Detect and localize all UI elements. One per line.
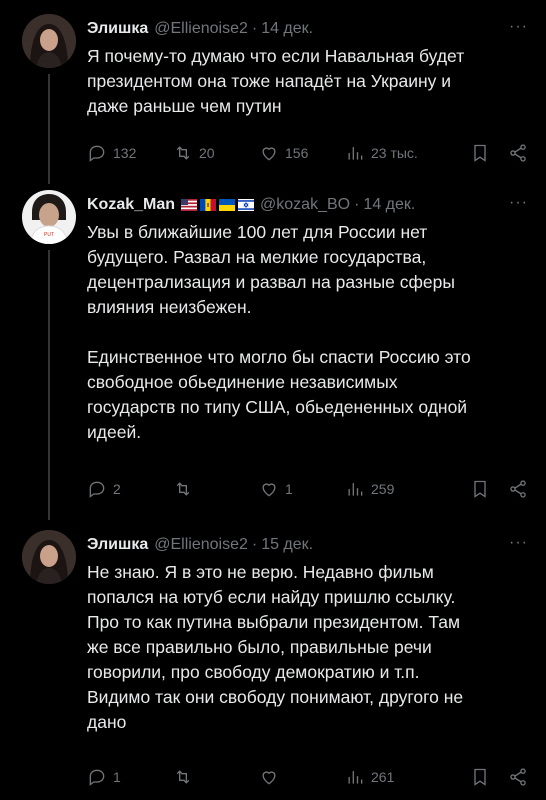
reply-icon <box>89 481 105 498</box>
reply-count: 132 <box>113 145 137 161</box>
tweet-actions: 1 261 <box>87 766 528 788</box>
repost-button[interactable] <box>173 767 259 787</box>
views-icon <box>348 771 363 784</box>
thread-connector <box>48 74 50 184</box>
avatar[interactable] <box>22 530 76 584</box>
more-options-button[interactable]: ··· <box>509 18 528 36</box>
repost-button[interactable]: 20 <box>173 143 259 163</box>
reply-icon <box>89 145 105 162</box>
flag-emojis <box>181 199 255 211</box>
timestamp[interactable]: 15 дек. <box>261 536 313 554</box>
timestamp[interactable]: 14 дек. <box>363 196 415 214</box>
views-icon <box>348 147 363 160</box>
tweet-actions: 132 20 156 23 тыс. <box>87 142 528 164</box>
share-icon[interactable] <box>508 143 528 163</box>
reply-count: 2 <box>113 481 121 497</box>
views-icon <box>348 483 363 496</box>
display-name[interactable]: Элишка <box>87 20 148 38</box>
separator-dot: · <box>354 196 360 213</box>
like-icon <box>262 771 276 785</box>
tweet-text: Я почему-то думаю что если Навальная буд… <box>87 46 465 116</box>
reply-button[interactable]: 1 <box>87 767 173 787</box>
bookmark-icon[interactable] <box>470 479 490 499</box>
like-icon <box>262 483 276 497</box>
handle[interactable]: @Ellienoise2 <box>154 20 248 38</box>
more-options-button[interactable]: ··· <box>509 194 528 212</box>
tweet-header: Элишка @Ellienoise2 · 14 дек. ··· <box>87 18 528 40</box>
timestamp[interactable]: 14 дек. <box>261 20 313 38</box>
like-count: 156 <box>285 145 309 161</box>
views-button[interactable]: 259 <box>345 479 394 499</box>
bookmark-icon[interactable] <box>470 767 490 787</box>
tweet-text: Увы в ближайшие 100 лет для России нет б… <box>87 222 471 442</box>
israel-flag-icon <box>238 199 255 211</box>
views-count: 23 тыс. <box>371 145 418 161</box>
display-name[interactable]: Kozak_Man <box>87 196 175 214</box>
thread-connector <box>48 250 50 520</box>
repost-icon <box>176 770 190 784</box>
display-name[interactable]: Элишка <box>87 536 148 554</box>
reply-count: 1 <box>113 769 121 785</box>
repost-button[interactable] <box>173 479 259 499</box>
reply-button[interactable]: 2 <box>87 479 173 499</box>
avatar[interactable]: PUT <box>22 190 76 244</box>
share-icon[interactable] <box>508 767 528 787</box>
svg-text:PUT: PUT <box>44 232 54 238</box>
repost-count: 20 <box>199 145 215 161</box>
moldova-flag-icon <box>200 199 217 211</box>
like-button[interactable]: 1 <box>259 479 345 499</box>
repost-icon <box>176 146 190 160</box>
ukraine-flag-icon <box>219 199 236 211</box>
repost-icon <box>176 482 190 496</box>
like-icon <box>262 147 276 161</box>
tweet-text: Не знаю. Я в это не верю. Недавно фильм … <box>87 562 464 732</box>
thread: Элишка @Ellienoise2 · 14 дек. ··· Я поче… <box>0 0 546 800</box>
handle[interactable]: @Ellienoise2 <box>154 536 248 554</box>
views-count: 261 <box>371 769 395 785</box>
separator-dot: · <box>251 20 258 37</box>
like-button[interactable] <box>259 767 345 787</box>
reply-button[interactable]: 132 <box>87 143 173 163</box>
like-count: 1 <box>285 481 293 497</box>
handle[interactable]: @kozak_BO <box>260 196 350 214</box>
more-options-button[interactable]: ··· <box>509 534 528 552</box>
tweet-header: Kozak_Man @kozak_BO · 14 дек. ··· <box>87 194 528 216</box>
share-icon[interactable] <box>508 479 528 499</box>
tweet-actions: 2 1 259 <box>87 478 528 500</box>
views-count: 259 <box>371 481 395 497</box>
like-button[interactable]: 156 <box>259 143 345 163</box>
reply-icon <box>89 769 105 786</box>
us-flag-icon <box>181 199 198 211</box>
tweet-header: Элишка @Ellienoise2 · 15 дек. ··· <box>87 534 528 556</box>
views-button[interactable]: 23 тыс. <box>345 143 418 163</box>
avatar[interactable] <box>22 14 76 68</box>
views-button[interactable]: 261 <box>345 767 394 787</box>
separator-dot: · <box>251 536 258 553</box>
bookmark-icon[interactable] <box>470 143 490 163</box>
